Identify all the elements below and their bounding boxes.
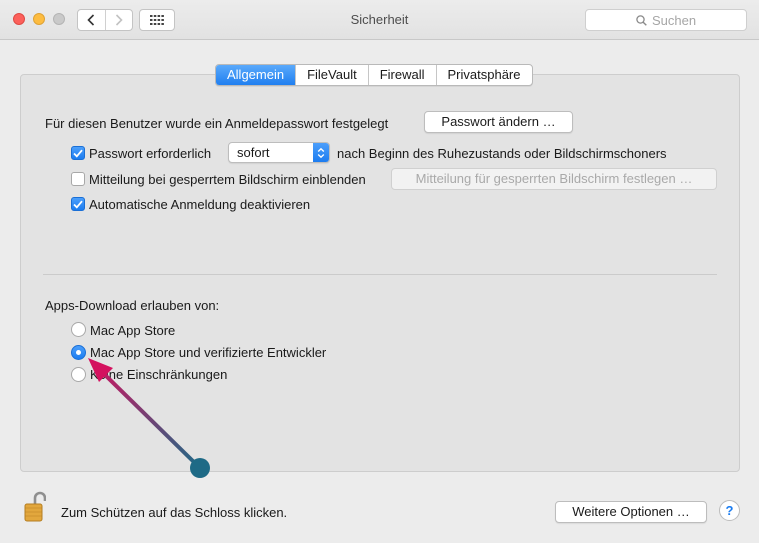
lock-message-label: Mitteilung bei gesperrtem Bildschirm ein…	[89, 172, 366, 187]
more-options-button[interactable]: Weitere Optionen …	[555, 501, 707, 523]
apps-download-heading: Apps-Download erlauben von:	[45, 298, 220, 313]
require-password-label: Passwort erforderlich	[89, 146, 212, 161]
tab-privatsphaere[interactable]: Privatsphäre	[435, 65, 532, 85]
chevron-updown-icon	[313, 143, 329, 162]
require-password-checkbox[interactable]	[71, 146, 85, 160]
search-field[interactable]: Suchen	[585, 9, 747, 31]
title-bar: Sicherheit Suchen	[0, 0, 759, 40]
radio-anywhere-label: Keine Einschränkungen	[90, 367, 228, 382]
disable-auto-login-label: Automatische Anmeldung deaktivieren	[89, 197, 311, 212]
tab-firewall[interactable]: Firewall	[367, 65, 436, 85]
radio-app-store-and-identified-developers[interactable]	[71, 345, 86, 360]
password-delay-value: sofort	[237, 145, 270, 160]
tab-bar: Allgemein FileVault Firewall Privatsphär…	[215, 64, 533, 86]
lock-hint-text: Zum Schützen auf das Schloss klicken.	[61, 505, 288, 520]
disable-auto-login-checkbox[interactable]	[71, 197, 85, 211]
help-button[interactable]: ?	[719, 500, 740, 521]
radio-mac-app-store[interactable]	[71, 322, 86, 337]
require-password-suffix: nach Beginn des Ruhezustands oder Bildsc…	[337, 146, 667, 161]
radio-mac-app-store-label: Mac App Store	[90, 323, 176, 338]
checkmark-icon	[73, 200, 83, 209]
section-divider	[43, 274, 717, 275]
set-lock-message-button[interactable]: Mitteilung für gesperrten Bildschirm fes…	[391, 168, 717, 190]
tab-allgemein[interactable]: Allgemein	[216, 65, 296, 85]
search-placeholder: Suchen	[651, 12, 697, 28]
radio-anywhere[interactable]	[71, 367, 86, 382]
password-set-label: Für diesen Benutzer wurde ein Anmeldepas…	[45, 116, 389, 131]
radio-app-store-and-identified-developers-label: Mac App Store und verifizierte Entwickle…	[90, 345, 327, 360]
lock-message-checkbox[interactable]	[71, 172, 85, 186]
settings-panel	[20, 74, 740, 472]
padlock-icon[interactable]	[24, 491, 46, 523]
search-icon	[636, 14, 647, 26]
checkmark-icon	[73, 149, 83, 158]
change-password-button[interactable]: Passwort ändern …	[424, 111, 573, 133]
password-delay-select[interactable]: sofort	[228, 142, 330, 163]
tab-filevault[interactable]: FileVault	[295, 65, 368, 85]
